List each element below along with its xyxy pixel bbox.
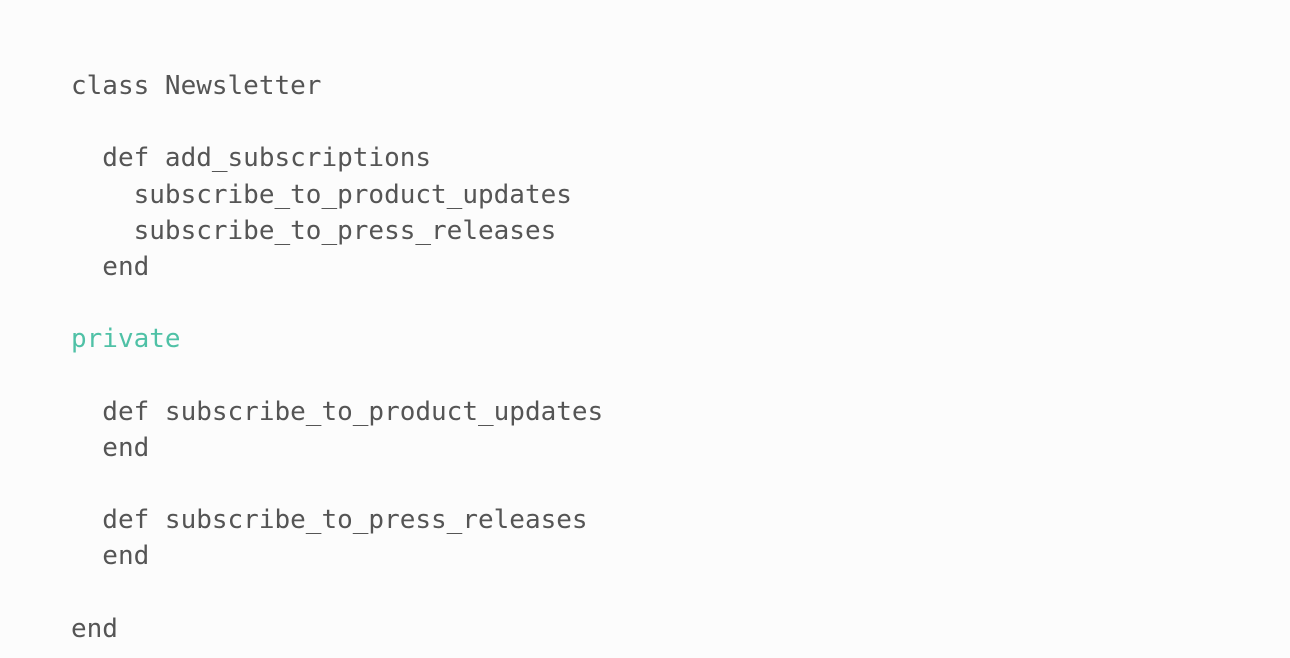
code-line-class-declaration: class Newsletter — [71, 71, 322, 101]
code-line-end: end — [71, 432, 150, 463]
code-line-def-press-releases: def subscribe_to_press_releases — [71, 505, 588, 536]
code-view: class Newsletter def add_subscriptions s… — [0, 0, 1290, 658]
code-line-def-product-updates: def subscribe_to_product_updates — [71, 396, 604, 427]
code-line-def-add-subscriptions: def add_subscriptions — [71, 143, 432, 174]
code-line-call-press-releases: subscribe_to_press_releases — [71, 215, 557, 246]
code-line-end: end — [71, 541, 150, 572]
code-line-end: end — [71, 251, 150, 282]
code-line-private-keyword: private — [71, 324, 181, 355]
code-line-call-product-updates: subscribe_to_product_updates — [71, 179, 572, 210]
code-block: class Newsletter def add_subscriptions s… — [71, 68, 603, 647]
code-line-class-end: end — [71, 613, 118, 644]
